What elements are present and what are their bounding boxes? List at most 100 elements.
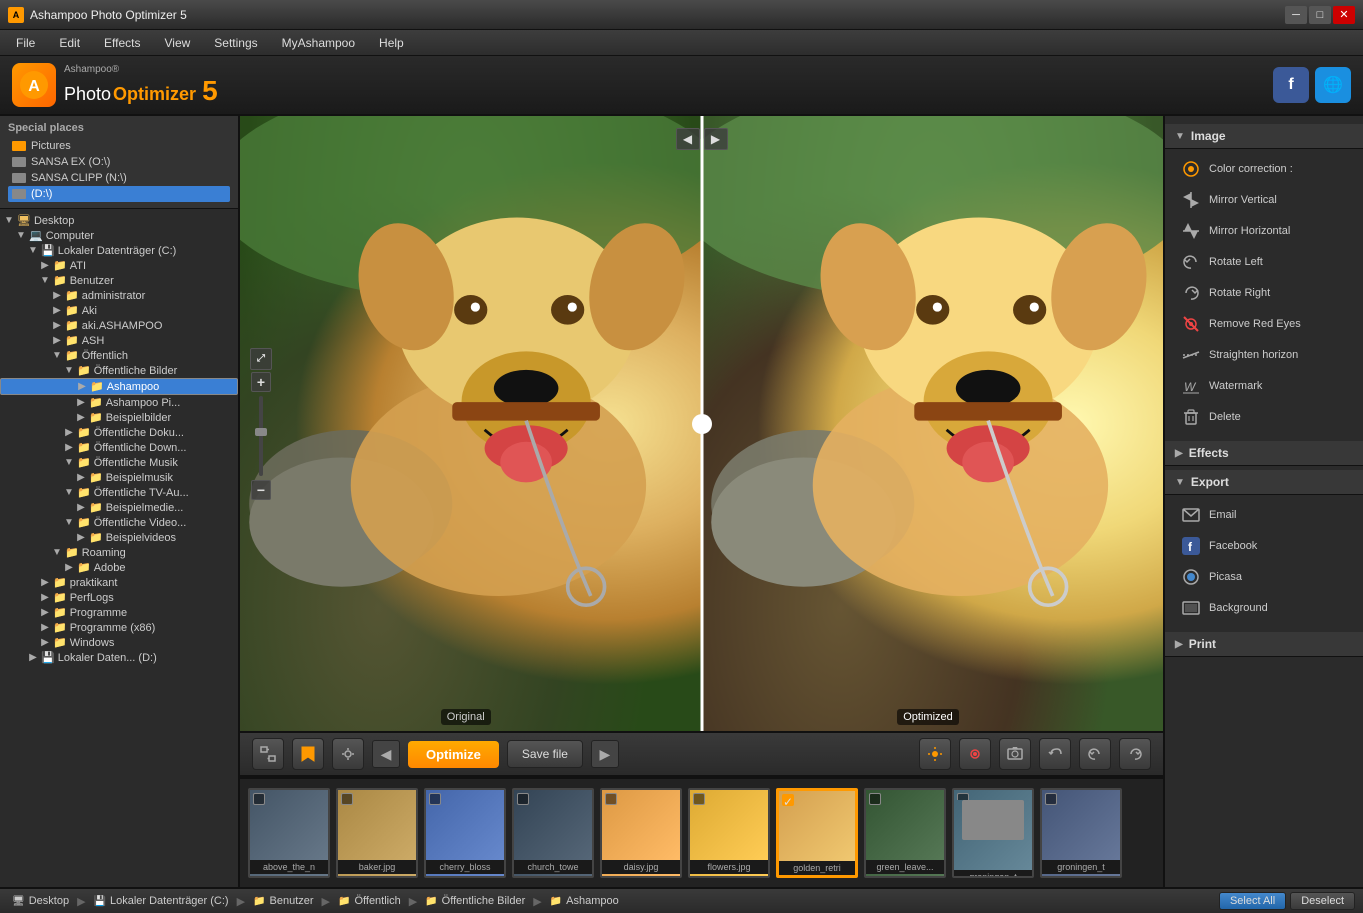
thumb-green-leaves[interactable]: green_leave... bbox=[864, 788, 946, 878]
rotate-left-button[interactable] bbox=[1079, 738, 1111, 770]
sp-sansa-ex[interactable]: SANSA EX (O:\) bbox=[8, 154, 230, 170]
menu-item-help[interactable]: Help bbox=[369, 34, 414, 52]
thumb-daisy[interactable]: daisy.jpg bbox=[600, 788, 682, 878]
photo-button[interactable] bbox=[999, 738, 1031, 770]
thumb-checkbox[interactable] bbox=[341, 793, 353, 805]
tree-benutzer[interactable]: ▼ 📁 Benutzer bbox=[0, 273, 238, 288]
tree-programme-x86[interactable]: ▶ 📁 Programme (x86) bbox=[0, 620, 238, 635]
thumb-flowers[interactable]: flowers.jpg bbox=[688, 788, 770, 878]
zoom-fit-toolbar-button[interactable] bbox=[252, 738, 284, 770]
delete-button[interactable]: Delete bbox=[1169, 402, 1359, 432]
thumb-groningen2[interactable]: groningen_t bbox=[1040, 788, 1122, 878]
thumb-checkbox[interactable] bbox=[693, 793, 705, 805]
tree-ash[interactable]: ▶ 📁 ASH bbox=[0, 333, 238, 348]
thumb-church[interactable]: church_towe bbox=[512, 788, 594, 878]
thumb-above[interactable]: above_the_n bbox=[248, 788, 330, 878]
sp-d-drive[interactable]: (D:\) bbox=[8, 186, 230, 202]
breadcrumb-bilder[interactable]: 📁 Öffentliche Bilder bbox=[421, 893, 529, 909]
savefile-button[interactable]: Save file bbox=[507, 740, 583, 768]
tree-d-drive[interactable]: ▶ 💾 Lokaler Daten... (D:) bbox=[0, 650, 238, 665]
breadcrumb-c-drive[interactable]: 💾 Lokaler Datenträger (C:) bbox=[90, 893, 233, 909]
thumb-baker[interactable]: baker.jpg bbox=[336, 788, 418, 878]
zoom-out-button[interactable]: − bbox=[251, 480, 271, 500]
picasa-button[interactable]: Picasa bbox=[1169, 562, 1359, 592]
deselect-button[interactable]: Deselect bbox=[1290, 892, 1355, 910]
facebook-button[interactable]: f bbox=[1273, 67, 1309, 103]
straighten-horizon-button[interactable]: Straighten horizon bbox=[1169, 340, 1359, 370]
tree-desktop[interactable]: ▼ 🖥 Desktop bbox=[0, 213, 238, 228]
tree-administrator[interactable]: ▶ 📁 administrator bbox=[0, 288, 238, 303]
image-section-header[interactable]: ▼ Image bbox=[1165, 124, 1363, 149]
breadcrumb-benutzer[interactable]: 📁 Benutzer bbox=[249, 893, 317, 909]
thumb-checkbox[interactable] bbox=[1045, 793, 1057, 805]
zoom-fit-button[interactable]: ⤢ bbox=[250, 348, 272, 370]
thumb-cherry[interactable]: cherry_bloss bbox=[424, 788, 506, 878]
zoom-thumb[interactable] bbox=[255, 428, 267, 436]
red-eye-button[interactable] bbox=[959, 738, 991, 770]
tree-beispielmusik[interactable]: ▶ 📁 Beispielmusik bbox=[0, 470, 238, 485]
menu-item-effects[interactable]: Effects bbox=[94, 34, 150, 52]
color-correction-button[interactable]: Color correction : bbox=[1169, 154, 1359, 184]
maximize-button[interactable]: □ bbox=[1309, 6, 1331, 24]
tree-ashampoo-pi[interactable]: ▶ 📁 Ashampoo Pi... bbox=[0, 395, 238, 410]
tree-praktikant[interactable]: ▶ 📁 praktikant bbox=[0, 575, 238, 590]
thumb-checkbox[interactable] bbox=[605, 793, 617, 805]
tree-roaming[interactable]: ▼ 📁 Roaming bbox=[0, 545, 238, 560]
thumb-checkbox[interactable]: ✓ bbox=[782, 794, 794, 806]
tree-oeffentliche-doku[interactable]: ▶ 📁 Öffentliche Doku... bbox=[0, 425, 238, 440]
minimize-button[interactable]: ─ bbox=[1285, 6, 1307, 24]
undo-button[interactable] bbox=[1039, 738, 1071, 770]
print-section-header[interactable]: ▶ Print bbox=[1165, 632, 1363, 657]
tree-oeffentliche-tv[interactable]: ▼ 📁 Öffentliche TV-Au... bbox=[0, 485, 238, 500]
tree-oeffentliche-musik[interactable]: ▼ 📁 Öffentliche Musik bbox=[0, 455, 238, 470]
tree-c-drive[interactable]: ▼ 💾 Lokaler Datenträger (C:) bbox=[0, 243, 238, 258]
sp-pictures[interactable]: Pictures bbox=[8, 138, 230, 154]
tree-oeffentliche-bilder[interactable]: ▼ 📁 Öffentliche Bilder bbox=[0, 363, 238, 378]
thumb-checkbox[interactable] bbox=[869, 793, 881, 805]
website-button[interactable]: 🌐 bbox=[1315, 67, 1351, 103]
breadcrumb-oeffentlich[interactable]: 📁 Öffentlich bbox=[334, 893, 405, 909]
tree-beispielmedie[interactable]: ▶ 📁 Beispielmedie... bbox=[0, 500, 238, 515]
tree-windows[interactable]: ▶ 📁 Windows bbox=[0, 635, 238, 650]
tree-ati[interactable]: ▶ 📁 ATI bbox=[0, 258, 238, 273]
tree-adobe[interactable]: ▶ 📁 Adobe bbox=[0, 560, 238, 575]
watermark-button[interactable]: W Watermark bbox=[1169, 371, 1359, 401]
settings-toolbar-button[interactable] bbox=[332, 738, 364, 770]
tree-beispielvideos[interactable]: ▶ 📁 Beispielvideos bbox=[0, 530, 238, 545]
tree-beispielbilder[interactable]: ▶ 📁 Beispielbilder bbox=[0, 410, 238, 425]
rotate-left-action-button[interactable]: Rotate Left bbox=[1169, 247, 1359, 277]
background-button[interactable]: Background bbox=[1169, 593, 1359, 623]
optimize-button[interactable]: Optimize bbox=[408, 741, 499, 768]
menu-item-view[interactable]: View bbox=[155, 34, 201, 52]
thumb-checkbox[interactable] bbox=[517, 793, 529, 805]
menu-item-edit[interactable]: Edit bbox=[49, 34, 90, 52]
breadcrumb-ashampoo[interactable]: 📁 Ashampoo bbox=[546, 893, 623, 909]
export-section-header[interactable]: ▼ Export bbox=[1165, 470, 1363, 495]
zoom-in-button[interactable]: + bbox=[251, 372, 271, 392]
tree-ashampoo-folder[interactable]: ▶ 📁 Ashampoo bbox=[0, 378, 238, 395]
rotate-right-action-button[interactable]: Rotate Right bbox=[1169, 278, 1359, 308]
sun-button[interactable] bbox=[919, 738, 951, 770]
tree-computer[interactable]: ▼ 💻 Computer bbox=[0, 228, 238, 243]
tree-oeffentlich[interactable]: ▼ 📁 Öffentlich bbox=[0, 348, 238, 363]
menu-item-myashampoo[interactable]: MyAshampoo bbox=[272, 34, 365, 52]
thumb-groningen1[interactable]: groningen_t bbox=[952, 788, 1034, 878]
menu-item-file[interactable]: File bbox=[6, 34, 45, 52]
mirror-horizontal-button[interactable]: Mirror Horizontal bbox=[1169, 216, 1359, 246]
tree-perflogs[interactable]: ▶ 📁 PerfLogs bbox=[0, 590, 238, 605]
split-handle[interactable] bbox=[692, 414, 712, 434]
nav-left-button[interactable]: ◀ bbox=[676, 128, 700, 150]
sp-sansa-clipp[interactable]: SANSA CLIPP (N:\) bbox=[8, 170, 230, 186]
thumb-checkbox[interactable] bbox=[253, 793, 265, 805]
nav-right-button[interactable]: ▶ bbox=[704, 128, 728, 150]
bookmark-toolbar-button[interactable] bbox=[292, 738, 324, 770]
rotate-right-button[interactable] bbox=[1119, 738, 1151, 770]
facebook-export-button[interactable]: f Facebook bbox=[1169, 531, 1359, 561]
breadcrumb-desktop[interactable]: 🖥 Desktop bbox=[8, 893, 73, 909]
next-image-button[interactable]: ▶ bbox=[591, 740, 619, 768]
thumb-golden[interactable]: ✓ golden_retri bbox=[776, 788, 858, 878]
thumb-checkbox[interactable] bbox=[429, 793, 441, 805]
prev-image-button[interactable]: ◀ bbox=[372, 740, 400, 768]
tree-oeffentliche-down[interactable]: ▶ 📁 Öffentliche Down... bbox=[0, 440, 238, 455]
menu-item-settings[interactable]: Settings bbox=[204, 34, 267, 52]
